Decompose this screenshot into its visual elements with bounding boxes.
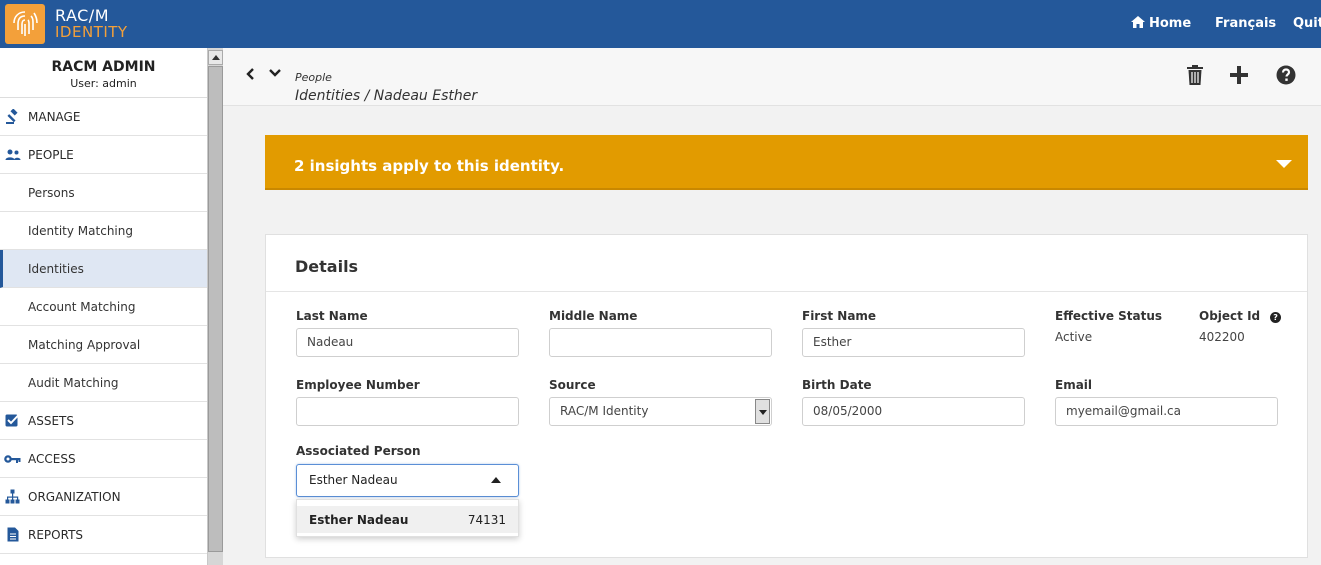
main-content: People Identities / Nadeau Esther 2 insi… — [223, 48, 1321, 565]
people-icon — [4, 148, 21, 162]
object-id-label: Object Id? — [1199, 309, 1282, 323]
breadcrumb-path: Identities / Nadeau Esther — [295, 88, 478, 104]
sidebar-item-identities[interactable]: Identities — [0, 250, 207, 288]
org-chart-icon — [4, 489, 21, 504]
key-icon — [4, 454, 21, 464]
chevron-left-icon — [246, 68, 254, 80]
user-info: RACM ADMIN User: admin — [0, 48, 207, 98]
effective-status-label: Effective Status — [1055, 309, 1163, 323]
user-role: User: admin — [70, 77, 137, 90]
source-value: RAC/M Identity — [560, 404, 649, 418]
caret-down-icon[interactable] — [1276, 160, 1292, 168]
back-button[interactable] — [243, 66, 259, 82]
sidebar-scrollbar[interactable] — [207, 48, 223, 565]
sidebar: RACM ADMIN User: admin MANAGE PEOPLE Per… — [0, 48, 207, 565]
plus-icon — [1230, 66, 1248, 84]
fingerprint-logo-icon — [5, 4, 45, 44]
details-card: Details Last Name Nadeau Middle Name Fir… — [265, 234, 1308, 558]
associated-person-value: Esther Nadeau — [309, 473, 398, 487]
email-label: Email — [1055, 378, 1093, 392]
sidebar-item-reports[interactable]: REPORTS — [0, 516, 207, 554]
birth-date-label: Birth Date — [802, 378, 872, 392]
insights-banner[interactable]: 2 insights apply to this identity. — [265, 135, 1308, 190]
home-label: Home — [1149, 16, 1192, 31]
add-button[interactable] — [1228, 64, 1250, 86]
page-header: People Identities / Nadeau Esther — [223, 48, 1321, 106]
first-name-label: First Name — [802, 309, 877, 323]
caret-up-icon[interactable] — [491, 477, 501, 483]
sidebar-item-manage[interactable]: MANAGE — [0, 98, 207, 136]
expand-button[interactable] — [267, 65, 283, 81]
dropdown-option[interactable]: Esther Nadeau 74131 — [297, 506, 518, 533]
option-name: Esther Nadeau — [309, 512, 409, 527]
object-id-value: 402200 — [1199, 330, 1245, 344]
help-button[interactable] — [1275, 64, 1297, 86]
breadcrumb-section[interactable]: People — [295, 71, 332, 84]
middle-name-label: Middle Name — [549, 309, 638, 323]
associated-person-combobox[interactable]: Esther Nadeau — [296, 464, 519, 497]
home-icon — [1131, 16, 1145, 32]
sidebar-item-organization[interactable]: ORGANIZATION — [0, 478, 207, 516]
help-icon[interactable]: ? — [1270, 312, 1282, 323]
sidebar-item-access[interactable]: ACCESS — [0, 440, 207, 478]
details-title: Details — [295, 257, 359, 276]
brand-subtitle: IDENTITY — [55, 23, 128, 41]
birth-date-input[interactable]: 08/05/2000 — [802, 397, 1025, 426]
last-name-label: Last Name — [296, 309, 368, 323]
language-link[interactable]: Français — [1215, 16, 1276, 31]
source-label: Source — [549, 378, 596, 392]
last-name-input[interactable]: Nadeau — [296, 328, 519, 357]
home-link[interactable]: Home — [1131, 16, 1191, 32]
delete-button[interactable] — [1184, 64, 1206, 86]
document-icon — [4, 527, 21, 542]
sidebar-item-audit-matching[interactable]: Audit Matching — [0, 364, 207, 402]
sidebar-item-matching-approval[interactable]: Matching Approval — [0, 326, 207, 364]
option-id: 74131 — [467, 512, 506, 527]
source-select[interactable]: RAC/M Identity — [549, 397, 772, 426]
associated-person-dropdown: Esther Nadeau 74131 — [296, 499, 519, 537]
sidebar-item-assets[interactable]: ASSETS — [0, 402, 207, 440]
employee-number-label: Employee Number — [296, 378, 420, 392]
chevron-down-icon — [269, 69, 281, 77]
checkbox-icon — [4, 413, 21, 428]
divider — [266, 291, 1307, 292]
middle-name-input[interactable] — [549, 328, 772, 357]
sidebar-item-people[interactable]: PEOPLE — [0, 136, 207, 174]
employee-number-input[interactable] — [296, 397, 519, 426]
gavel-icon — [4, 108, 21, 125]
sidebar-item-account-matching[interactable]: Account Matching — [0, 288, 207, 326]
quit-link[interactable]: Quit — [1293, 16, 1321, 31]
insights-text: 2 insights apply to this identity. — [294, 157, 565, 175]
email-input[interactable]: myemail@gmail.ca — [1055, 397, 1278, 426]
associated-person-label: Associated Person — [296, 444, 421, 458]
trash-icon — [1187, 65, 1203, 85]
sidebar-item-identity-matching[interactable]: Identity Matching — [0, 212, 207, 250]
sidebar-item-persons[interactable]: Persons — [0, 174, 207, 212]
dropdown-arrow-icon[interactable] — [755, 399, 770, 424]
user-name: RACM ADMIN — [51, 59, 156, 75]
first-name-input[interactable]: Esther — [802, 328, 1025, 357]
scroll-thumb[interactable] — [208, 66, 223, 552]
top-bar: RAC/M IDENTITY Home Français Quit — [0, 0, 1321, 48]
scroll-up-button[interactable] — [208, 50, 223, 65]
effective-status-value: Active — [1055, 330, 1093, 344]
question-circle-icon — [1276, 65, 1296, 85]
